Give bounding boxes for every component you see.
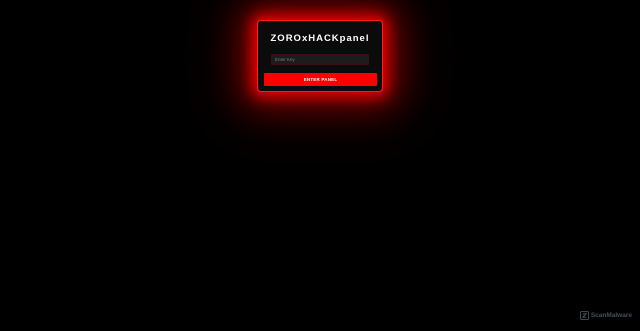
key-input[interactable] [271,54,369,65]
enter-panel-button[interactable]: ENTER PANEL [264,73,377,86]
scanmalware-logo-icon [579,311,589,320]
login-panel: ZOROxHACKpanel ENTER PANEL [257,20,383,92]
panel-title: ZOROxHACKpanel [270,33,370,44]
watermark-text: ScanMalware [590,312,632,319]
page: ZOROxHACKpanel ENTER PANEL ScanMalware [0,0,640,331]
scanmalware-watermark: ScanMalware [579,311,632,320]
